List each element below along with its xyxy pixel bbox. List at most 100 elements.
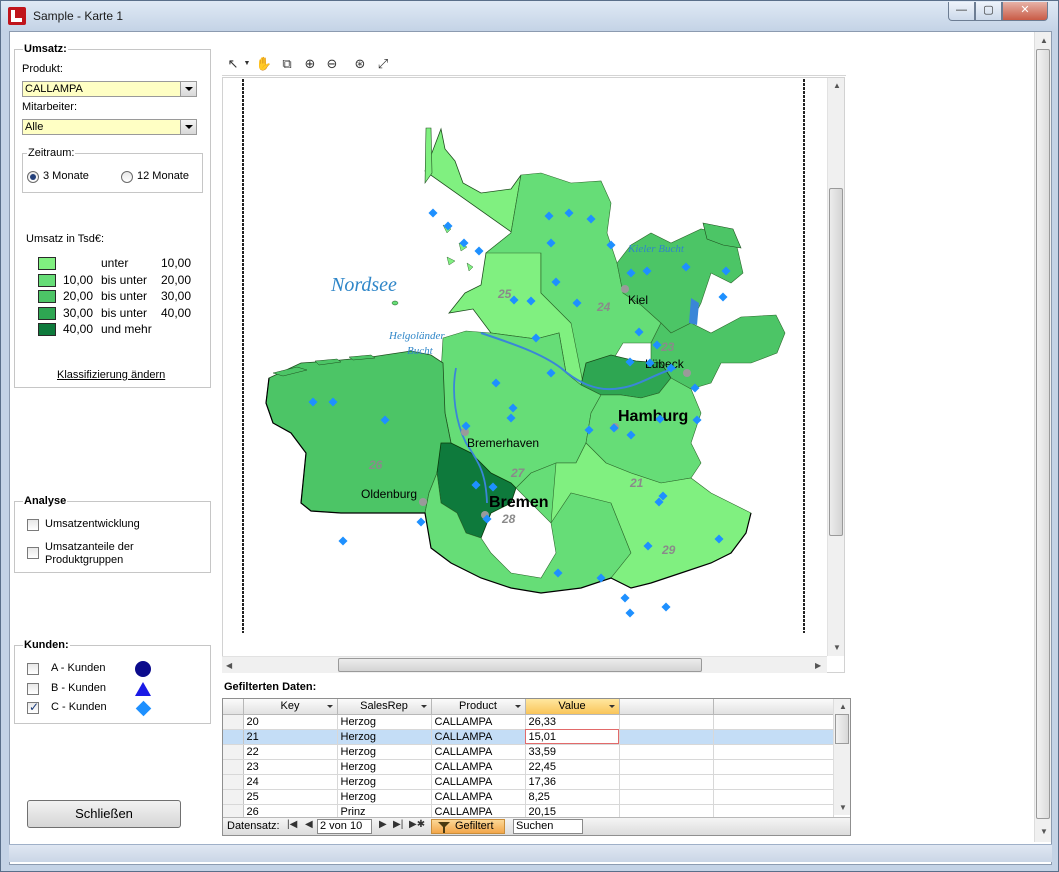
previous-record-icon[interactable]: ◀ — [305, 819, 313, 830]
next-record-icon[interactable]: ▶ — [379, 819, 387, 830]
table-row[interactable]: 20 Herzog CALLAMPA 26,33 — [223, 714, 834, 730]
radio-3-monate[interactable] — [27, 171, 39, 183]
row-indicator[interactable] — [223, 744, 244, 760]
radio-12-monate-label[interactable]: 12 Monate — [137, 170, 189, 182]
umsatzentwicklung-checkbox[interactable] — [27, 519, 39, 531]
c-kunden-checkbox[interactable] — [27, 700, 39, 714]
table-cell[interactable]: 33,59 — [525, 744, 620, 760]
record-position-input[interactable]: 2 von 10 — [317, 819, 372, 834]
column-header-product[interactable]: Product — [431, 699, 526, 715]
table-cell[interactable]: 20 — [243, 714, 338, 730]
a-kunden-checkbox[interactable] — [27, 663, 39, 675]
new-record-icon[interactable]: ▶✱ — [409, 819, 425, 830]
chevron-down-icon[interactable] — [420, 705, 427, 708]
scroll-left-icon[interactable]: ◀ — [226, 661, 232, 670]
chevron-down-icon[interactable]: ▼ — [238, 55, 256, 73]
table-cell[interactable]: Herzog — [337, 744, 432, 760]
filter-toggle-button[interactable]: Gefiltert — [431, 819, 505, 834]
row-indicator[interactable] — [223, 774, 244, 790]
row-indicator[interactable] — [223, 759, 244, 775]
column-header-salesrep[interactable]: SalesRep — [337, 699, 432, 715]
umsatzanteile-label-line2[interactable]: Produktgruppen — [45, 554, 123, 566]
zoom-in-icon[interactable]: ⊕ — [301, 55, 319, 73]
table-cell[interactable]: 21 — [243, 729, 338, 745]
table-cell[interactable]: CALLAMPA — [431, 714, 526, 730]
mitarbeiter-select[interactable]: Alle — [22, 119, 197, 135]
table-cell[interactable]: Herzog — [337, 759, 432, 775]
table-cell[interactable]: 8,25 — [525, 789, 620, 805]
a-kunden-label[interactable]: A - Kunden — [51, 662, 105, 674]
b-kunden-label[interactable]: B - Kunden — [51, 682, 106, 694]
chevron-down-icon[interactable] — [326, 705, 333, 708]
table-row[interactable]: 24 Herzog CALLAMPA 17,36 — [223, 774, 834, 790]
full-extent-icon[interactable]: ⤢ — [374, 55, 392, 73]
column-header-key[interactable]: Key — [243, 699, 338, 715]
table-cell[interactable]: Herzog — [337, 729, 432, 745]
search-input[interactable]: Suchen — [513, 819, 583, 834]
table-cell[interactable]: 22 — [243, 744, 338, 760]
chevron-down-icon[interactable] — [180, 82, 196, 96]
klassifizierung-link[interactable]: Klassifizierung ändern — [57, 369, 165, 381]
umsatzentwicklung-label[interactable]: Umsatzentwicklung — [45, 518, 140, 530]
scroll-down-icon[interactable]: ▼ — [833, 643, 841, 652]
table-cell[interactable]: 26,33 — [525, 714, 620, 730]
scroll-thumb[interactable] — [1036, 49, 1050, 819]
table-cell[interactable]: CALLAMPA — [431, 774, 526, 790]
map-vertical-scrollbar[interactable]: ▲ ▼ — [827, 78, 844, 656]
title-bar[interactable]: Sample - Karte 1 — ▢ ✕ — [1, 1, 1058, 31]
table-cell[interactable]: Herzog — [337, 789, 432, 805]
map-horizontal-scrollbar[interactable]: ◀ ▶ — [222, 656, 827, 673]
table-cell[interactable]: CALLAMPA — [431, 729, 526, 745]
table-cell[interactable]: Herzog — [337, 714, 432, 730]
filter-icon[interactable] — [514, 705, 521, 708]
b-kunden-checkbox[interactable] — [27, 683, 39, 695]
table-row[interactable]: 23 Herzog CALLAMPA 22,45 — [223, 759, 834, 775]
map-canvas[interactable]: Nordsee Kieler Bucht Helgoländer Bucht 2… — [223, 78, 845, 673]
close-icon[interactable]: ✕ — [1002, 2, 1048, 21]
maximize-icon[interactable]: ▢ — [975, 2, 1002, 21]
grid-vertical-scrollbar[interactable]: ▲ ▼ — [833, 699, 850, 815]
scroll-right-icon[interactable]: ▶ — [815, 661, 821, 670]
map-view[interactable]: Nordsee Kieler Bucht Helgoländer Bucht 2… — [222, 77, 845, 673]
grid-corner[interactable] — [223, 699, 244, 715]
scroll-thumb[interactable] — [338, 658, 702, 672]
produkt-select[interactable]: CALLAMPA — [22, 81, 197, 97]
table-cell[interactable]: CALLAMPA — [431, 759, 526, 775]
table-cell[interactable]: 23 — [243, 759, 338, 775]
column-header-value[interactable]: Value — [525, 699, 620, 715]
table-cell[interactable]: 24 — [243, 774, 338, 790]
table-cell[interactable]: Herzog — [337, 774, 432, 790]
table-row[interactable]: 25 Herzog CALLAMPA 8,25 — [223, 789, 834, 805]
scroll-down-icon[interactable]: ▼ — [1040, 827, 1048, 836]
radio-3-monate-label[interactable]: 3 Monate — [43, 170, 89, 182]
first-record-icon[interactable]: |◀ — [287, 819, 297, 830]
table-cell[interactable]: CALLAMPA — [431, 744, 526, 760]
zoom-out-icon[interactable]: ⊖ — [323, 55, 341, 73]
table-row[interactable]: 22 Herzog CALLAMPA 33,59 — [223, 744, 834, 760]
c-kunden-label[interactable]: C - Kunden — [51, 701, 107, 713]
row-indicator[interactable] — [223, 714, 244, 730]
table-row[interactable]: 21 Herzog CALLAMPA 15,01 — [223, 729, 834, 745]
table-cell[interactable]: 17,36 — [525, 774, 620, 790]
chevron-down-icon[interactable] — [180, 120, 196, 134]
last-record-icon[interactable]: ▶| — [393, 819, 403, 830]
table-cell[interactable]: 25 — [243, 789, 338, 805]
scroll-up-icon[interactable]: ▲ — [1040, 36, 1048, 45]
chevron-down-icon[interactable] — [608, 705, 615, 708]
pan-hand-icon[interactable]: ✋ — [255, 55, 273, 73]
scroll-down-icon[interactable]: ▼ — [839, 803, 847, 812]
scroll-thumb[interactable] — [835, 714, 849, 744]
close-button[interactable]: Schließen — [27, 800, 181, 828]
scroll-up-icon[interactable]: ▲ — [833, 81, 841, 90]
zoom-extent-icon[interactable]: ⧉ — [278, 55, 296, 73]
scroll-thumb[interactable] — [829, 188, 843, 536]
table-cell[interactable]: CALLAMPA — [431, 789, 526, 805]
scroll-up-icon[interactable]: ▲ — [839, 702, 847, 711]
table-cell[interactable]: 15,01 — [525, 729, 620, 745]
radio-12-monate[interactable] — [121, 171, 133, 183]
row-indicator[interactable] — [223, 789, 244, 805]
table-cell[interactable]: 22,45 — [525, 759, 620, 775]
umsatzanteile-checkbox[interactable] — [27, 547, 39, 559]
data-grid[interactable]: Key SalesRep Product Value 20 Herzog CALLA… — [222, 698, 851, 836]
window-vertical-scrollbar[interactable]: ▲ ▼ — [1034, 32, 1051, 842]
